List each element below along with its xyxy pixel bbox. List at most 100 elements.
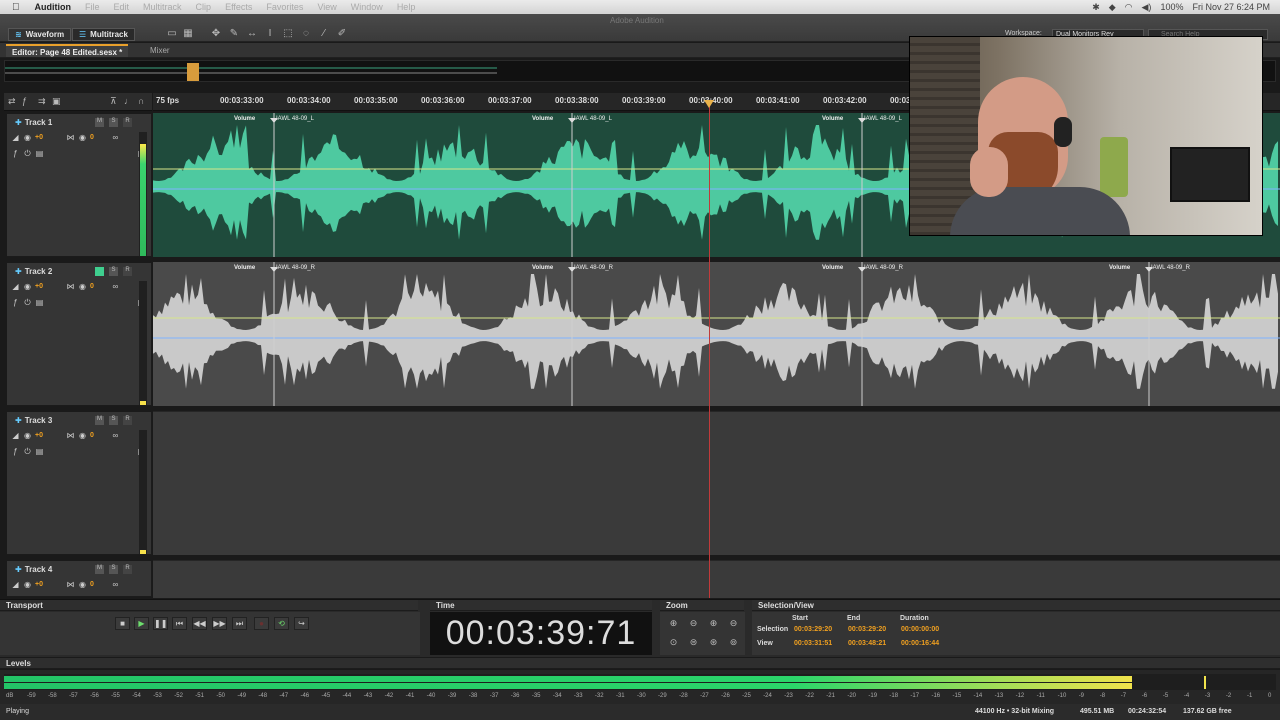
fx-icon[interactable]: ƒ	[22, 96, 27, 106]
mixer-tab[interactable]: Mixer	[144, 44, 176, 57]
track-3-name[interactable]: Track 3	[25, 416, 53, 425]
track-2-header[interactable]: ✚Track 2 S R ◢ ◉ +0 ⋈ ◉ 0 ∞ ƒ ⏻ ▤ ▦	[7, 263, 152, 406]
zoom-full-icon[interactable]: ⊙	[666, 636, 681, 648]
track-pan-value[interactable]: 0	[90, 134, 94, 141]
stereo-icon[interactable]: ∞	[111, 580, 120, 589]
current-time-display[interactable]: 00:03:39:71	[430, 612, 652, 655]
loop-icon[interactable]: ⟲	[274, 617, 289, 630]
magnet-icon[interactable]: ∩	[138, 96, 144, 106]
fx-rack-icon[interactable]: ƒ	[11, 149, 20, 158]
preset-icon[interactable]: ▤	[35, 298, 44, 307]
track-1-name[interactable]: Track 1	[25, 118, 53, 127]
clip-name-label[interactable]: IAWL 48-09_R	[864, 265, 903, 271]
skip-icon[interactable]: ↪	[294, 617, 309, 630]
spectral-view-icon[interactable]: ▭	[166, 28, 178, 40]
volume-knob-icon[interactable]: ◉	[23, 431, 32, 440]
solo-button[interactable]: S	[109, 565, 118, 574]
razor-tool-icon[interactable]: ✎	[228, 28, 240, 40]
track-volume-value[interactable]: +0	[35, 134, 43, 141]
menu-clip[interactable]: Clip	[189, 2, 219, 12]
track-4-name[interactable]: Track 4	[25, 565, 53, 574]
brush-tool-icon[interactable]: ⁄	[318, 28, 330, 40]
mute-button[interactable]: M	[95, 118, 104, 127]
selection-duration-value[interactable]: 00:00:00:00	[901, 626, 939, 633]
playhead-handle-icon[interactable]	[704, 100, 714, 108]
preset-icon[interactable]: ▤	[35, 149, 44, 158]
clip-marker-icon[interactable]	[270, 267, 278, 272]
volume-knob-icon[interactable]: ◉	[23, 580, 32, 589]
menu-multitrack[interactable]: Multitrack	[136, 2, 189, 12]
stop-icon[interactable]: ■	[115, 617, 130, 630]
clip-volume-label[interactable]: Volume	[822, 116, 843, 122]
volume-knob-icon[interactable]: ◉	[23, 133, 32, 142]
play-icon[interactable]: ▶	[134, 617, 149, 630]
menu-help[interactable]: Help	[390, 2, 423, 12]
clip-name-label[interactable]: IAWL 48-09_R	[1151, 265, 1190, 271]
editor-tab[interactable]: Editor: Page 48 Edited.sesx *	[6, 44, 129, 57]
zoom-out-amplitude-icon[interactable]: ⊖	[686, 617, 701, 629]
move-tool-icon[interactable]: ✥	[210, 28, 222, 40]
track-4-lane[interactable]	[153, 560, 1280, 598]
track-color-swatch[interactable]	[95, 267, 104, 276]
selection-start-value[interactable]: 00:03:29:20	[794, 626, 832, 633]
solo-button[interactable]: S	[109, 118, 118, 127]
zoom-selection-icon[interactable]: ⊜	[686, 636, 701, 648]
solo-button[interactable]: S	[109, 416, 118, 425]
power-icon[interactable]: ⏻	[23, 447, 32, 456]
menu-view[interactable]: View	[310, 2, 343, 12]
stereo-icon[interactable]: ∞	[111, 282, 120, 291]
battery-label[interactable]: 100%	[1160, 2, 1183, 12]
pan-knob-icon[interactable]: ◉	[78, 431, 87, 440]
status-icon[interactable]: ✱	[1092, 2, 1100, 13]
clip-marker-icon[interactable]	[858, 267, 866, 272]
stereo-icon[interactable]: ∞	[111, 431, 120, 440]
clip-volume-label[interactable]: Volume	[532, 116, 553, 122]
inputs-icon[interactable]: ⇄	[8, 96, 16, 107]
zoom-in-amplitude-icon[interactable]: ⊕	[666, 617, 681, 629]
pan-knob-icon[interactable]: ◉	[78, 133, 87, 142]
pan-knob-icon[interactable]: ◉	[78, 282, 87, 291]
volume-icon[interactable]: ◀)	[1142, 2, 1152, 13]
power-icon[interactable]: ⏻	[23, 149, 32, 158]
clip-name-label[interactable]: IAWL 48-09_L	[864, 116, 902, 122]
clip-marker-icon[interactable]	[568, 267, 576, 272]
menu-edit[interactable]: Edit	[107, 2, 137, 12]
zoom-in-point-icon[interactable]: ⊛	[706, 636, 721, 648]
track-volume-value[interactable]: +0	[35, 581, 43, 588]
mute-button[interactable]: M	[95, 416, 104, 425]
track-volume-value[interactable]: +0	[35, 432, 43, 439]
track-volume-value[interactable]: +0	[35, 283, 43, 290]
pitch-view-icon[interactable]: ▦	[182, 28, 194, 40]
track-pan-value[interactable]: 0	[90, 283, 94, 290]
clip-name-label[interactable]: IAWL 48-09_L	[574, 116, 612, 122]
track-pan-value[interactable]: 0	[90, 581, 94, 588]
zoom-out-time-icon[interactable]: ⊖	[726, 617, 741, 629]
stereo-icon[interactable]: ∞	[111, 133, 120, 142]
slip-tool-icon[interactable]: ↔	[246, 28, 258, 40]
zoom-out-point-icon[interactable]: ⊚	[726, 636, 741, 648]
rewind-icon[interactable]: ◀◀	[192, 617, 207, 630]
volume-knob-icon[interactable]: ◉	[23, 282, 32, 291]
clip-marker-icon[interactable]	[568, 118, 576, 123]
view-duration-value[interactable]: 00:00:16:44	[901, 640, 939, 647]
track-3-header[interactable]: ✚Track 3 M S R ◢ ◉ +0 ⋈ ◉ 0 ∞ ƒ ⏻ ▤ ▦	[7, 412, 152, 555]
time-selection-tool-icon[interactable]: I	[264, 28, 276, 40]
clip-volume-label[interactable]: Volume	[822, 265, 843, 271]
mute-button[interactable]: M	[95, 565, 104, 574]
record-arm-button[interactable]: R	[123, 118, 132, 127]
waveform-view-button[interactable]: ≋ Waveform	[8, 28, 72, 41]
clip-name-label[interactable]: IAWL 48-09_L	[276, 116, 314, 122]
spot-healing-tool-icon[interactable]: ✐	[336, 28, 348, 40]
menu-audition[interactable]: Audition	[28, 2, 79, 12]
clip-volume-label[interactable]: Volume	[234, 116, 255, 122]
record-icon[interactable]: ●	[254, 617, 269, 630]
selection-end-value[interactable]: 00:03:29:20	[848, 626, 886, 633]
menu-file[interactable]: File	[78, 2, 107, 12]
fx-rack-icon[interactable]: ƒ	[11, 447, 20, 456]
menu-favorites[interactable]: Favorites	[259, 2, 310, 12]
clip-name-label[interactable]: IAWL 48-09_R	[574, 265, 613, 271]
clip-name-label[interactable]: IAWL 48-09_R	[276, 265, 315, 271]
preset-icon[interactable]: ▤	[35, 447, 44, 456]
clip-volume-label[interactable]: Volume	[234, 265, 255, 271]
clip-marker-icon[interactable]	[858, 118, 866, 123]
